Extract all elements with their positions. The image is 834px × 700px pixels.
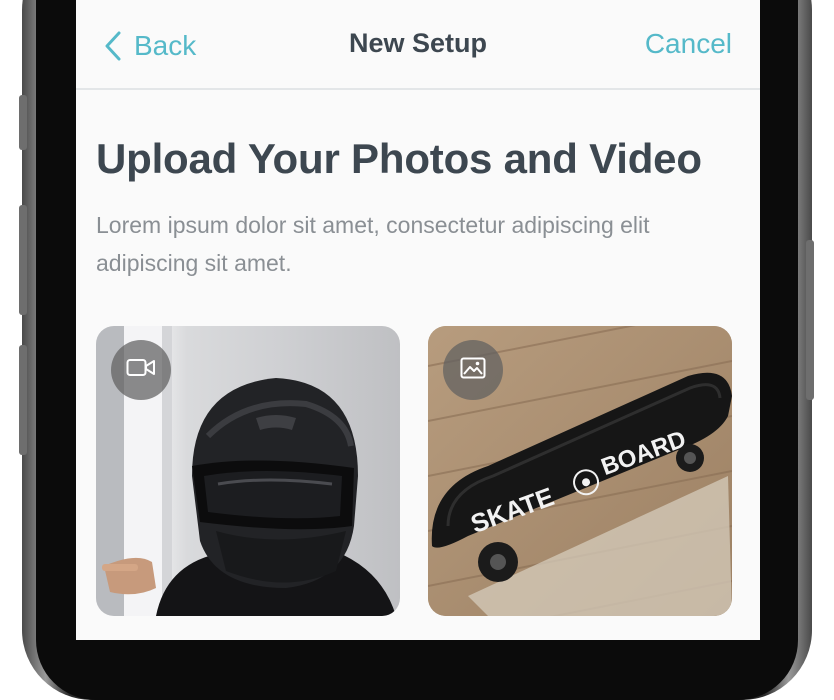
video-camera-badge: [111, 340, 171, 400]
phone-button-volume-down: [19, 345, 27, 455]
video-thumbnail-card[interactable]: [96, 326, 400, 616]
image-icon: [460, 357, 486, 384]
section-description: Lorem ipsum dolor sit amet, consectetur …: [96, 212, 650, 276]
phone-button-power: [806, 240, 814, 400]
app-screen: Back New Setup Cancel Upload Your Photos…: [76, 0, 760, 640]
section-headline: Upload Your Photos and Video: [96, 135, 702, 182]
phone-button-volume-up: [19, 205, 27, 315]
navigation-bar: Back New Setup Cancel: [76, 0, 760, 90]
video-camera-icon: [126, 357, 156, 384]
phone-button-mute: [19, 95, 27, 150]
cancel-button[interactable]: Cancel: [645, 28, 732, 60]
image-badge: [443, 340, 503, 400]
photo-thumbnail-card[interactable]: SKATE BOARD: [428, 326, 732, 616]
